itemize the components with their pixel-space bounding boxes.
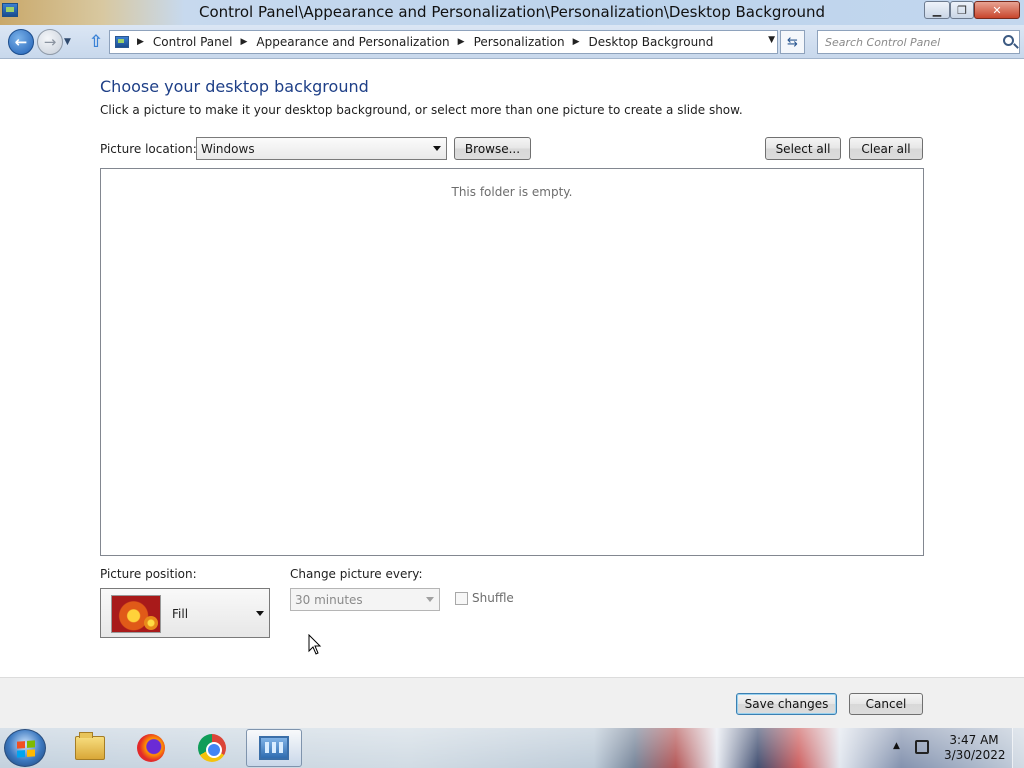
instructions-text: Click a picture to make it your desktop … bbox=[100, 103, 743, 117]
dropdown-arrow-icon bbox=[426, 597, 434, 602]
back-arrow-icon: ← bbox=[14, 33, 28, 51]
shuffle-option[interactable]: Shuffle bbox=[455, 591, 514, 605]
picture-location-dropdown[interactable]: Windows bbox=[196, 137, 447, 160]
browse-button[interactable]: Browse... bbox=[454, 137, 531, 160]
refresh-icon: ⇆ bbox=[787, 34, 798, 50]
restore-button[interactable]: ❐ bbox=[950, 1, 974, 19]
picture-list[interactable]: This folder is empty. bbox=[100, 168, 924, 556]
network-icon[interactable] bbox=[915, 740, 929, 754]
close-icon: ✕ bbox=[992, 3, 1002, 17]
taskbar-control-panel[interactable] bbox=[246, 729, 302, 767]
select-all-button[interactable]: Select all bbox=[765, 137, 841, 160]
picture-location-value: Windows bbox=[201, 141, 255, 156]
show-desktop-button[interactable] bbox=[1012, 728, 1024, 768]
clock-time: 3:47 AM bbox=[949, 733, 999, 747]
search-input[interactable] bbox=[818, 31, 993, 53]
breadcrumb-desktop-background[interactable]: Desktop Background bbox=[589, 35, 714, 49]
picture-location-label: Picture location: bbox=[100, 142, 197, 156]
windows-logo-icon bbox=[17, 740, 35, 758]
clock-date: 3/30/2022 bbox=[944, 748, 1006, 762]
forward-arrow-icon: → bbox=[43, 33, 57, 51]
control-panel-icon bbox=[259, 736, 289, 760]
cancel-button[interactable]: Cancel bbox=[849, 693, 923, 715]
taskbar: ▲ 3:47 AM 3/30/2022 bbox=[0, 728, 1024, 768]
taskbar-chrome[interactable] bbox=[184, 729, 240, 767]
recent-pages-button[interactable]: ▼ bbox=[64, 37, 71, 47]
back-button[interactable]: ← bbox=[8, 29, 34, 55]
refresh-button[interactable]: ⇆ bbox=[780, 30, 805, 54]
page-title: Choose your desktop background bbox=[100, 77, 369, 96]
breadcrumb-control-panel[interactable]: Control Panel bbox=[153, 35, 233, 49]
minimize-button[interactable]: ▁ bbox=[924, 1, 950, 19]
mouse-cursor-icon bbox=[308, 634, 322, 655]
title-bar[interactable]: Control Panel\Appearance and Personaliza… bbox=[0, 0, 1024, 25]
search-box[interactable] bbox=[817, 30, 1020, 54]
taskbar-firefox[interactable] bbox=[123, 729, 179, 767]
shuffle-checkbox[interactable] bbox=[455, 591, 468, 605]
close-button[interactable]: ✕ bbox=[974, 1, 1020, 19]
main-content: Choose your desktop background Click a p… bbox=[0, 60, 1024, 677]
clear-all-button[interactable]: Clear all bbox=[849, 137, 923, 160]
taskbar-windows-explorer[interactable] bbox=[62, 729, 118, 767]
address-bar: ← → ▼ ⇧ ▶ Control Panel ▶ Appearance and… bbox=[0, 25, 1024, 59]
control-panel-icon bbox=[115, 36, 129, 48]
chrome-icon bbox=[198, 734, 226, 762]
forward-button[interactable]: → bbox=[37, 29, 63, 55]
picture-position-label: Picture position: bbox=[100, 567, 197, 581]
empty-folder-message: This folder is empty. bbox=[451, 185, 573, 199]
breadcrumb-appearance[interactable]: Appearance and Personalization bbox=[256, 35, 449, 49]
save-changes-button[interactable]: Save changes bbox=[736, 693, 837, 715]
picture-position-dropdown[interactable]: Fill bbox=[100, 588, 270, 638]
shuffle-label: Shuffle bbox=[472, 591, 514, 605]
firefox-icon bbox=[137, 734, 165, 762]
address-dropdown-icon[interactable]: ▼ bbox=[768, 35, 775, 45]
show-hidden-icons-button[interactable]: ▲ bbox=[893, 741, 900, 751]
start-button[interactable] bbox=[4, 729, 46, 767]
change-picture-label: Change picture every: bbox=[290, 567, 423, 581]
dropdown-arrow-icon bbox=[256, 611, 264, 616]
picture-position-value: Fill bbox=[172, 607, 189, 621]
taskbar-clock[interactable]: 3:47 AM 3/30/2022 bbox=[944, 733, 1006, 763]
breadcrumb-separator-icon[interactable]: ▶ bbox=[458, 37, 465, 47]
restore-icon: ❐ bbox=[957, 3, 967, 17]
breadcrumb-separator-icon[interactable]: ▶ bbox=[137, 37, 144, 47]
change-picture-interval-value: 30 minutes bbox=[295, 592, 363, 607]
breadcrumb-separator-icon[interactable]: ▶ bbox=[573, 37, 580, 47]
fill-preview-thumbnail bbox=[111, 595, 161, 633]
search-icon[interactable] bbox=[1003, 35, 1014, 46]
dialog-footer: Save changes Cancel bbox=[0, 677, 1024, 728]
breadcrumb[interactable]: ▶ Control Panel ▶ Appearance and Persona… bbox=[109, 30, 778, 54]
breadcrumb-personalization[interactable]: Personalization bbox=[474, 35, 565, 49]
up-arrow-icon: ⇧ bbox=[88, 32, 104, 52]
minimize-icon: ▁ bbox=[932, 3, 942, 17]
change-picture-interval-dropdown[interactable]: 30 minutes bbox=[290, 588, 440, 611]
breadcrumb-separator-icon[interactable]: ▶ bbox=[241, 37, 248, 47]
folder-icon bbox=[75, 732, 105, 760]
dropdown-arrow-icon bbox=[433, 146, 441, 151]
window-title: Control Panel\Appearance and Personaliza… bbox=[198, 3, 825, 21]
up-one-level-button[interactable]: ⇧ bbox=[86, 32, 106, 52]
